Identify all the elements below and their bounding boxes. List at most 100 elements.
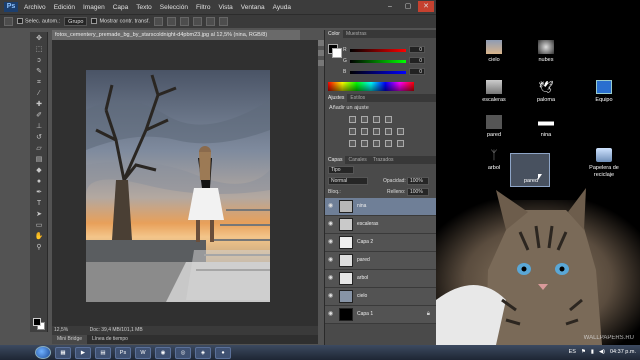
color-spectrum[interactable] (328, 82, 414, 91)
red-slider[interactable]: R 0 (343, 46, 431, 54)
foreground-color-swatch[interactable] (33, 318, 41, 326)
align-left-icon[interactable] (192, 17, 202, 26)
language-indicator[interactable]: ES (569, 347, 576, 358)
blue-value[interactable]: 0 (409, 68, 425, 75)
align-top-icon[interactable] (153, 17, 163, 26)
blue-slider[interactable]: B 0 (343, 68, 431, 76)
tab-timeline[interactable]: Línea de tiempo (87, 335, 133, 344)
layer-row-capa-1[interactable]: ◉ Capa 1 🔒︎ (325, 306, 436, 324)
align-right-icon[interactable] (218, 17, 228, 26)
levels-icon[interactable] (361, 116, 368, 123)
tab-mini-bridge[interactable]: Mini Bridge (52, 335, 88, 344)
gradient-tool-icon[interactable]: ▤ (33, 155, 45, 164)
layer-row-cielo[interactable]: ◉ cielo (325, 288, 436, 306)
green-value[interactable]: 0 (409, 57, 425, 64)
desktop-icon-cielo[interactable]: cielo (474, 40, 514, 63)
crop-tool-icon[interactable]: ⌗ (33, 78, 45, 87)
menu-vista[interactable]: Vista (218, 4, 232, 11)
threshold-icon[interactable] (373, 140, 380, 147)
eye-icon[interactable]: ◉ (328, 293, 335, 300)
desktop-icon-escaleras[interactable]: escaleras (474, 80, 514, 103)
tab-paths[interactable]: Trazados (370, 156, 397, 164)
tab-styles[interactable]: Estilos (347, 94, 368, 102)
autoselect-checkbox[interactable] (17, 18, 23, 25)
dodge-tool-icon[interactable]: ● (33, 177, 45, 186)
eye-icon[interactable]: ◉ (328, 239, 335, 246)
red-value[interactable]: 0 (409, 46, 425, 53)
black-white-icon[interactable] (385, 128, 392, 135)
selective-color-icon[interactable] (397, 140, 404, 147)
start-button[interactable] (35, 346, 51, 359)
eye-icon[interactable]: ◉ (328, 257, 335, 264)
desktop-icon-paloma[interactable]: 🕊︎ paloma (526, 80, 566, 103)
shape-tool-icon[interactable]: ▭ (33, 221, 45, 230)
menu-edicion[interactable]: Edición (54, 4, 75, 11)
eraser-tool-icon[interactable]: ▱ (33, 144, 45, 153)
menu-seleccion[interactable]: Selección (160, 4, 188, 11)
menu-capa[interactable]: Capa (113, 4, 129, 11)
fill-input[interactable]: 100% (407, 188, 429, 196)
layer-kind-filter[interactable]: Tipo (328, 166, 354, 174)
taskbar-word-icon[interactable]: W (135, 346, 151, 359)
history-brush-tool-icon[interactable]: ↺ (33, 133, 45, 142)
taskbar-photoshop-icon[interactable]: Ps (115, 346, 131, 359)
opacity-input[interactable]: 100% (407, 177, 429, 185)
zoom-level[interactable]: 12,5% (54, 327, 68, 333)
taskbar-chrome-icon[interactable]: ◎ (175, 346, 191, 359)
eye-icon[interactable]: ◉ (328, 221, 335, 228)
desktop-icon-nubes[interactable]: nubes (526, 40, 566, 63)
menu-filtro[interactable]: Filtro (196, 4, 210, 11)
taskbar-folder-icon[interactable]: ▤ (95, 346, 111, 359)
menu-texto[interactable]: Texto (136, 4, 152, 11)
layer-row-arbol[interactable]: ◉ arbol (325, 270, 436, 288)
eye-icon[interactable]: ◉ (328, 203, 335, 210)
stamp-tool-icon[interactable]: ⊥ (33, 122, 45, 131)
hand-tool-icon[interactable]: ✋ (33, 232, 45, 241)
eyedropper-tool-icon[interactable]: ⁄ (33, 89, 45, 98)
menu-ayuda[interactable]: Ayuda (273, 4, 291, 11)
move-tool-icon[interactable]: ✥ (33, 34, 45, 43)
photo-filter-icon[interactable] (397, 128, 404, 135)
pen-tool-icon[interactable]: ✒ (33, 188, 45, 197)
gradient-map-icon[interactable] (385, 140, 392, 147)
autoselect-dropdown[interactable]: Grupo (64, 17, 88, 26)
tab-channels[interactable]: Canales (345, 156, 369, 164)
dragged-desktop-icon[interactable]: pared (510, 153, 550, 187)
layer-row-pared[interactable]: ◉ pared (325, 252, 436, 270)
tab-adjustments[interactable]: Ajustes (325, 94, 348, 102)
menu-archivo[interactable]: Archivo (24, 4, 46, 11)
show-transform-checkbox[interactable] (91, 18, 98, 25)
eye-icon[interactable]: ◉ (328, 311, 335, 318)
desktop-icon-nina[interactable]: nina (526, 115, 566, 138)
align-bottom-icon[interactable] (179, 17, 189, 26)
taskbar-firefox-icon[interactable]: ◉ (155, 346, 171, 359)
volume-icon[interactable]: ◀) (599, 347, 605, 358)
tab-layers[interactable]: Capas (325, 156, 346, 164)
taskbar-app-icon[interactable]: ◈ (195, 346, 211, 359)
artwork-canvas[interactable] (86, 70, 270, 302)
clock[interactable]: 04:37 p.m. (610, 347, 636, 358)
path-select-tool-icon[interactable]: ➤ (33, 210, 45, 219)
menu-imagen[interactable]: Imagen (83, 4, 105, 11)
network-icon[interactable]: ▮ (591, 347, 594, 358)
layer-row-nina[interactable]: ◉ nina (325, 198, 436, 216)
layer-row-escaleras[interactable]: ◉ escaleras (325, 216, 436, 234)
background-color-chip[interactable] (332, 48, 342, 58)
taskbar-explorer-icon[interactable]: ▦ (55, 346, 71, 359)
invert-icon[interactable] (349, 140, 356, 147)
minimize-button[interactable]: – (382, 1, 398, 12)
align-middle-icon[interactable] (166, 17, 176, 26)
healing-tool-icon[interactable]: ✚ (33, 100, 45, 109)
vibrance-icon[interactable] (349, 128, 356, 135)
tab-color[interactable]: Color (325, 30, 343, 38)
eye-icon[interactable]: ◉ (328, 275, 335, 282)
maximize-button[interactable]: ▢ (400, 1, 416, 12)
desktop-icon-equipo[interactable]: Equipo (584, 80, 624, 103)
color-balance-icon[interactable] (373, 128, 380, 135)
menu-ventana[interactable]: Ventana (241, 4, 265, 11)
posterize-icon[interactable] (361, 140, 368, 147)
flag-icon[interactable]: ⚑ (581, 347, 586, 358)
taskbar-recorder-icon[interactable]: ● (215, 346, 231, 359)
desktop-icon-pared[interactable]: pared (474, 115, 514, 138)
marquee-tool-icon[interactable]: ⬚ (33, 45, 45, 54)
